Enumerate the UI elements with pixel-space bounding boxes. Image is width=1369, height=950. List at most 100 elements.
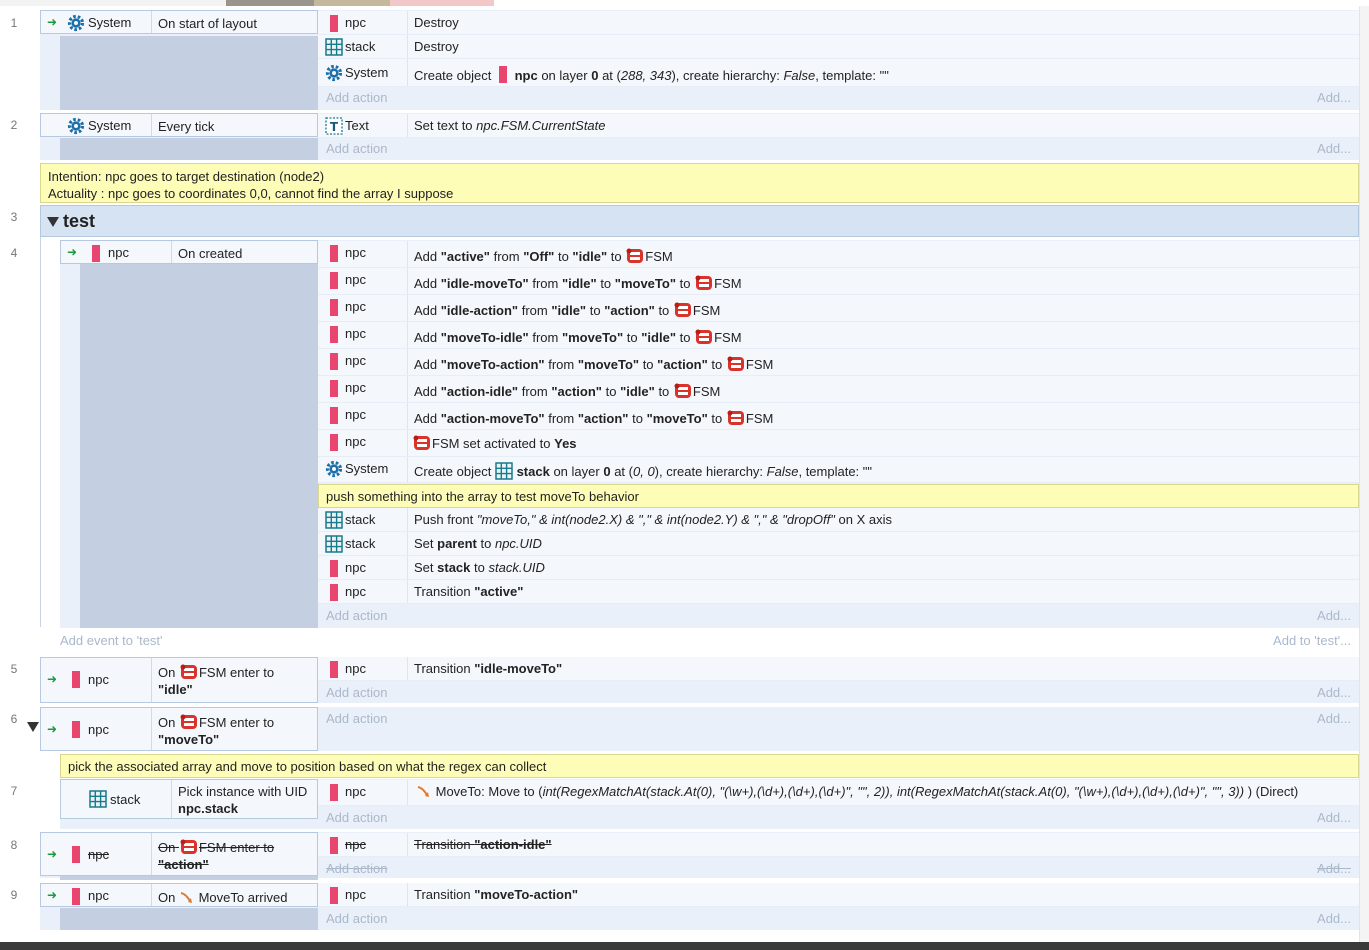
npc-sprite-icon xyxy=(325,783,343,801)
action-text: Add "idle-action" from "idle" to "action… xyxy=(414,302,721,318)
action-text: Push front "moveTo," & int(node2.X) & ",… xyxy=(414,512,892,527)
action-row[interactable]: npc Transition "action-idle" xyxy=(318,833,1359,857)
gear-icon xyxy=(325,64,343,82)
condition-row[interactable]: ➜ npc On created xyxy=(60,240,318,264)
action-text: Set parent to npc.UID xyxy=(414,536,542,551)
gear-icon xyxy=(67,117,85,135)
fsm-behavior-icon xyxy=(179,838,199,856)
top-tab-strip xyxy=(0,0,1369,6)
gear-icon xyxy=(67,14,85,32)
object-name: npc xyxy=(345,299,366,314)
add-action-link[interactable]: Add action Add... xyxy=(318,87,1359,109)
action-row[interactable]: System Create object stack on layer 0 at… xyxy=(318,457,1359,483)
svg-text:T: T xyxy=(330,120,339,134)
condition-row[interactable]: ➜ npc On FSM enter to "idle" xyxy=(40,657,318,703)
fsm-behavior-icon xyxy=(694,328,714,346)
object-name: npc xyxy=(345,380,366,395)
condition-row[interactable]: System Every tick xyxy=(40,113,318,137)
add-action-link[interactable]: Add action Add... xyxy=(318,708,1359,730)
condition-row[interactable]: ➜ npc On FSM enter to "action" xyxy=(40,832,318,876)
object-name: npc xyxy=(345,661,366,676)
collapse-triangle-icon xyxy=(47,217,59,227)
fsm-behavior-icon xyxy=(726,409,746,427)
fsm-behavior-icon xyxy=(179,663,199,681)
object-name: stack xyxy=(345,536,376,551)
action-row[interactable]: npc Add "idle-moveTo" from "idle" to "mov… xyxy=(318,268,1359,295)
npc-sprite-icon xyxy=(67,845,85,863)
fsm-behavior-icon xyxy=(179,713,199,731)
action-row[interactable]: npc Transition "active" xyxy=(318,580,1359,604)
object-name: System xyxy=(345,65,389,80)
condition-row[interactable]: ➜ System On start of layout xyxy=(40,10,318,34)
line-number: 5 xyxy=(10,662,18,676)
status-bar xyxy=(0,942,1369,950)
add-action-link[interactable]: Add action Add... xyxy=(318,682,1359,704)
action-row[interactable]: npc Add "moveTo-idle" from "moveTo" to "i… xyxy=(318,322,1359,349)
fsm-behavior-icon xyxy=(412,434,432,452)
npc-sprite-icon xyxy=(325,406,343,424)
comment[interactable]: Intention: npc goes to target destinatio… xyxy=(40,163,1359,203)
condition-row[interactable]: ➜ npc On MoveTo arrived xyxy=(40,883,318,907)
object-name: npc xyxy=(345,560,366,575)
condition-text: On FSM enter to "idle" xyxy=(158,663,275,697)
line-number: 7 xyxy=(10,784,18,798)
object-name: npc xyxy=(88,722,109,737)
npc-sprite-icon xyxy=(325,14,343,32)
action-row[interactable]: npc FSM set activated to Yes xyxy=(318,430,1359,457)
action-row[interactable]: npc Add "active" from "Off" to "idle" to … xyxy=(318,241,1359,268)
action-row[interactable]: stack Push front "moveTo," & int(node2.X… xyxy=(318,508,1359,532)
object-name: System xyxy=(345,461,389,476)
object-name: npc xyxy=(88,888,109,903)
object-name: System xyxy=(88,118,132,133)
action-row[interactable]: stack Set parent to npc.UID xyxy=(318,532,1359,556)
npc-sprite-icon xyxy=(325,836,343,854)
object-name: Text xyxy=(345,118,369,133)
object-name: npc xyxy=(345,353,366,368)
action-text: Add "action-idle" from "action" to "idle… xyxy=(414,383,721,399)
npc-sprite-icon xyxy=(325,325,343,343)
npc-sprite-icon xyxy=(325,244,343,262)
condition-text: Every tick xyxy=(158,119,215,134)
group-header[interactable]: test xyxy=(40,205,1359,237)
condition-row[interactable]: ➜ npc On FSM enter to "moveTo" xyxy=(40,707,318,751)
npc-sprite-icon xyxy=(67,670,85,688)
action-row[interactable]: npc Transition "moveTo-action" xyxy=(318,883,1359,907)
action-text: Add "moveTo-action" from "moveTo" to "ac… xyxy=(414,356,774,372)
object-name: npc xyxy=(345,584,366,599)
action-text: Add "action-moveTo" from "action" to "mo… xyxy=(414,409,774,427)
comment[interactable]: pick the associated array and move to po… xyxy=(60,754,1359,778)
condition-text: On MoveTo arrived xyxy=(158,890,288,906)
action-row[interactable]: npc Transition "idle-moveTo" xyxy=(318,657,1359,681)
array-icon xyxy=(89,790,107,808)
action-text: Transition "action-idle" xyxy=(414,837,552,852)
condition-row[interactable]: stack Pick instance with UID npc.stack xyxy=(60,779,318,819)
npc-sprite-icon xyxy=(67,720,85,738)
add-event-to-group-link[interactable]: Add event to 'test' Add to 'test'... xyxy=(52,630,1359,652)
action-row[interactable]: npc Add "moveTo-action" from "moveTo" to … xyxy=(318,349,1359,376)
fsm-behavior-icon xyxy=(625,247,645,265)
action-row[interactable]: T Text Set text to npc.FSM.CurrentState xyxy=(318,114,1359,138)
action-row[interactable]: npc MoveTo: Move to (int(RegexMatchAt(st… xyxy=(318,780,1359,806)
action-row[interactable]: npc Set stack to stack.UID xyxy=(318,556,1359,580)
object-name: npc xyxy=(345,326,366,341)
action-row[interactable]: stack Destroy xyxy=(318,35,1359,59)
add-action-link[interactable]: Add action Add... xyxy=(318,138,1359,160)
action-row[interactable]: npc Add "action-moveTo" from "action" to … xyxy=(318,403,1359,430)
action-row[interactable]: npc Add "action-idle" from "action" to "i… xyxy=(318,376,1359,403)
add-action-link[interactable]: Add action Add... xyxy=(318,908,1359,930)
action-text: Destroy xyxy=(414,15,459,30)
object-name: stack xyxy=(345,512,376,527)
action-text: Add "moveTo-idle" from "moveTo" to "idle… xyxy=(414,328,742,346)
comment[interactable]: push something into the array to test mo… xyxy=(318,484,1359,508)
line-number: 3 xyxy=(10,210,18,224)
add-action-link[interactable]: Add action Add... xyxy=(318,858,1359,880)
add-action-link[interactable]: Add action Add... xyxy=(318,605,1359,627)
action-text: Destroy xyxy=(414,39,459,54)
moveto-behavior-icon xyxy=(179,890,195,906)
object-name: npc xyxy=(88,847,109,862)
add-action-link[interactable]: Add action Add... xyxy=(318,807,1359,829)
action-row[interactable]: npc Destroy xyxy=(318,11,1359,35)
action-row[interactable]: System Create object npc on layer 0 at (… xyxy=(318,59,1359,87)
action-row[interactable]: npc Add "idle-action" from "idle" to "act… xyxy=(318,295,1359,322)
vertical-scrollbar[interactable] xyxy=(1359,6,1369,942)
